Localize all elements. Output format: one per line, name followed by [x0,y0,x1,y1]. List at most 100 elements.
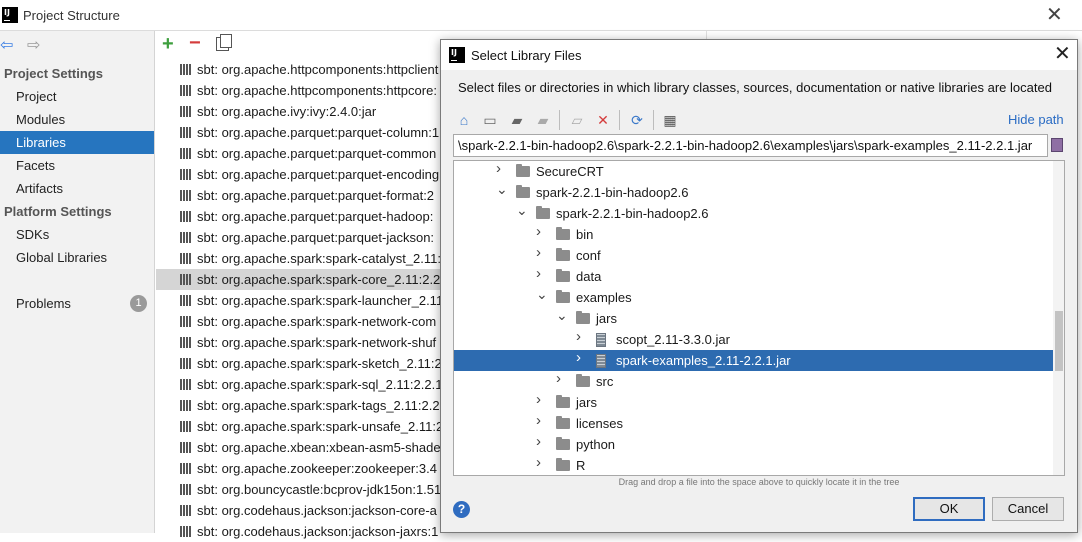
refresh-icon[interactable]: ⟳ [628,111,646,129]
tree-jar-row[interactable]: › spark-examples_2.11-2.2.1.jar [454,350,1053,371]
platform-settings-header: Platform Settings [4,204,112,219]
library-name: sbt: org.apache.zookeeper:zookeeper:3.4 [197,461,437,476]
library-name: sbt: org.apache.spark:spark-core_2.11:2.… [197,272,441,287]
library-icon [180,106,192,117]
tree-scrollbar-thumb[interactable] [1055,311,1063,371]
sidebar-item-sdks[interactable]: SDKs [0,223,154,246]
folder-icon [576,311,590,324]
chevron-right-icon[interactable]: › [576,350,586,365]
library-icon [180,211,192,222]
path-input[interactable]: \spark-2.2.1-bin-hadoop2.6\spark-2.2.1-b… [453,134,1048,157]
sidebar-item-artifacts[interactable]: Artifacts [0,177,154,200]
tree-folder-row[interactable]: ⌄ spark-2.2.1-bin-hadoop2.6 [454,203,1053,224]
sidebar-item-global-libraries[interactable]: Global Libraries [0,246,154,269]
library-name: sbt: org.apache.spark:spark-tags_2.11:2.… [197,398,440,413]
chevron-right-icon[interactable]: › [536,224,546,239]
chevron-right-icon[interactable]: › [536,245,546,260]
tree-folder-row[interactable]: ⌄ jars [454,308,1053,329]
tree-folder-row[interactable]: › data [454,266,1053,287]
help-icon[interactable]: ? [453,501,470,518]
tree-folder-row[interactable]: › python [454,434,1053,455]
intellij-logo-icon: IJ [449,47,465,63]
copy-library-icon[interactable] [216,34,232,51]
tree-folder-row[interactable]: ⌄ examples [454,287,1053,308]
forward-arrow-icon[interactable]: ⇨ [27,35,40,55]
home-icon[interactable]: ⌂ [455,111,473,129]
new-folder-icon[interactable]: ▱ [568,111,586,129]
tree-folder-row[interactable]: › jars [454,392,1053,413]
project-folder-icon[interactable]: ▰ [508,111,526,129]
library-name: sbt: org.apache.httpcomponents:httpclien… [197,62,439,77]
folder-icon [556,248,570,261]
tree-node-label: data [576,269,602,284]
chevron-right-icon[interactable]: › [536,392,546,407]
library-icon [180,421,192,432]
library-name: sbt: org.apache.spark:spark-network-com [197,314,437,329]
tree-folder-row[interactable]: › bin [454,224,1053,245]
chevron-right-icon[interactable]: › [536,413,546,428]
library-name: sbt: org.apache.parquet:parquet-column:1 [197,125,440,140]
cancel-button[interactable]: Cancel [992,497,1064,521]
library-name: sbt: org.codehaus.jackson:jackson-core-a [197,503,437,518]
chevron-right-icon[interactable]: › [496,161,506,176]
library-icon [180,442,192,453]
library-icon [180,148,192,159]
library-name: sbt: org.apache.httpcomponents:httpcore: [197,83,437,98]
show-hidden-files-icon[interactable]: ▦ [661,111,679,129]
main-title-bar: IJ Project Structure ✕ [0,0,1082,31]
desktop-icon[interactable]: ▭ [481,111,499,129]
tree-folder-row[interactable]: › src [454,371,1053,392]
tree-folder-row[interactable]: ⌄ spark-2.2.1-bin-hadoop2.6 [454,182,1053,203]
library-name: sbt: org.apache.spark:spark-unsafe_2.11:… [197,419,444,434]
library-icon [180,379,192,390]
library-icon [180,358,192,369]
intellij-logo-icon: IJ [2,7,18,23]
library-icon [180,169,192,180]
dialog-close-icon[interactable]: ✕ [1054,43,1071,65]
tree-node-label: licenses [576,416,623,431]
chevron-right-icon[interactable]: › [536,266,546,281]
library-icon [180,295,192,306]
tree-folder-row[interactable]: › SecureCRT [454,161,1053,182]
sidebar-item-libraries[interactable]: Libraries [0,131,154,154]
jar-file-icon [596,354,606,368]
hide-path-link[interactable]: Hide path [1008,112,1064,127]
back-arrow-icon[interactable]: ⇦ [0,35,13,55]
remove-library-icon[interactable]: − [189,32,201,55]
chevron-down-icon[interactable]: ⌄ [516,203,528,217]
chevron-down-icon[interactable]: ⌄ [556,308,568,322]
library-name: sbt: org.apache.spark:spark-network-shuf [197,335,437,350]
add-library-icon[interactable]: + [162,33,174,56]
chevron-down-icon[interactable]: ⌄ [496,182,508,196]
tree-node-label: spark-2.2.1-bin-hadoop2.6 [536,185,689,200]
chevron-right-icon[interactable]: › [576,329,586,344]
tree-node-label: spark-2.2.1-bin-hadoop2.6 [556,206,709,221]
library-icon [180,127,192,138]
folder-icon [556,395,570,408]
chevron-right-icon[interactable]: › [536,434,546,449]
tree-jar-row[interactable]: › scopt_2.11-3.3.0.jar [454,329,1053,350]
library-name: sbt: org.apache.parquet:parquet-hadoop: [197,209,434,224]
chevron-right-icon[interactable]: › [536,455,546,470]
ok-button[interactable]: OK [913,497,985,521]
settings-sidebar: ⇦ ⇨ Project Settings Project Modules Libra… [0,31,155,533]
library-icon [180,526,192,537]
tree-folder-row[interactable]: › conf [454,245,1053,266]
main-close-icon[interactable]: ✕ [1046,5,1063,25]
drag-drop-hint: Drag and drop a file into the space abov… [618,477,900,487]
sidebar-item-modules[interactable]: Modules [0,108,154,131]
select-library-files-dialog: IJ Select Library Files ✕ Select files o… [440,39,1078,533]
chevron-right-icon[interactable]: › [556,371,566,386]
path-history-icon[interactable] [1051,138,1063,152]
tree-folder-row[interactable]: › licenses [454,413,1053,434]
file-tree: › SecureCRT ⌄ spark-2.2.1-bin-hadoop2.6 ⌄ spa… [453,160,1065,476]
tree-folder-row[interactable]: › R [454,455,1053,475]
module-folder-icon[interactable]: ▰ [534,111,552,129]
library-icon [180,337,192,348]
sidebar-item-facets[interactable]: Facets [0,154,154,177]
chevron-down-icon[interactable]: ⌄ [536,287,548,301]
dialog-description: Select files or directories in which lib… [458,80,1052,95]
sidebar-item-project[interactable]: Project [0,85,154,108]
delete-icon[interactable]: ✕ [594,111,612,129]
tree-node-label: spark-examples_2.11-2.2.1.jar [616,353,791,368]
